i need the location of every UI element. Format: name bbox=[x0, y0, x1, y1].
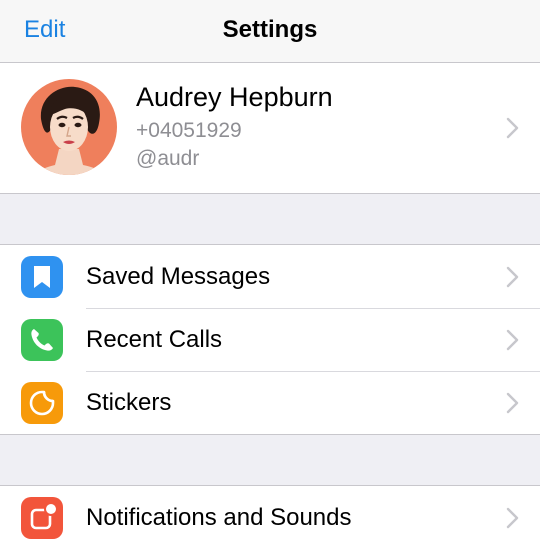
settings-group-main: Saved Messages Recent Calls Stickers bbox=[0, 244, 540, 435]
chevron-right-icon bbox=[506, 507, 519, 529]
saved-messages-row[interactable]: Saved Messages bbox=[0, 245, 540, 308]
settings-group-notifications: Notifications and Sounds bbox=[0, 485, 540, 540]
profile-row[interactable]: Audrey Hepburn +04051929 @audr bbox=[0, 63, 540, 194]
stickers-label: Stickers bbox=[86, 389, 172, 416]
sticker-icon bbox=[21, 382, 63, 424]
bookmark-icon bbox=[21, 256, 63, 298]
chevron-right-icon bbox=[506, 392, 519, 414]
chevron-right-icon bbox=[506, 117, 519, 139]
chevron-right-icon bbox=[506, 329, 519, 351]
settings-screen: Edit Settings Audrey Hepburn +04051929 @… bbox=[0, 0, 540, 540]
recent-calls-row[interactable]: Recent Calls bbox=[0, 308, 540, 371]
avatar-portrait-image bbox=[21, 79, 117, 175]
recent-calls-label: Recent Calls bbox=[86, 326, 223, 353]
page-title: Settings bbox=[222, 16, 318, 43]
chevron-right-icon bbox=[506, 266, 519, 288]
profile-username: @audr bbox=[136, 147, 200, 170]
notification-icon bbox=[21, 497, 63, 539]
profile-phone: +04051929 bbox=[136, 119, 242, 142]
phone-icon bbox=[21, 319, 63, 361]
notifications-label: Notifications and Sounds bbox=[86, 504, 352, 531]
notifications-row[interactable]: Notifications and Sounds bbox=[0, 486, 540, 540]
saved-messages-label: Saved Messages bbox=[86, 263, 271, 290]
avatar bbox=[21, 79, 117, 175]
stickers-row[interactable]: Stickers bbox=[0, 371, 540, 434]
navigation-bar: Edit Settings bbox=[0, 0, 540, 63]
profile-name: Audrey Hepburn bbox=[136, 82, 333, 112]
